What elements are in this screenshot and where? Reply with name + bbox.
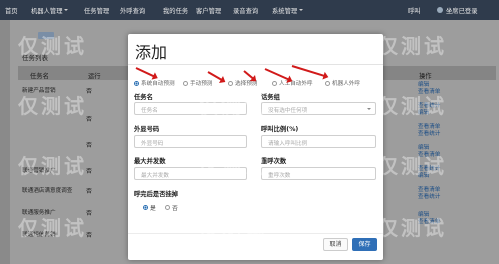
call-ratio-input[interactable]: 请输入呼叫比例 [261,135,376,148]
call-type-label: 手动预测 [190,81,213,87]
radio-icon [228,80,233,86]
hangup-no-option[interactable]: 否 [165,203,178,212]
hangup-no-label: 否 [172,206,178,212]
watermark: 仅测试 [18,216,87,240]
running-cell: 否 [86,142,93,149]
save-button[interactable]: 保存 [352,238,377,251]
radio-checked-icon [134,80,139,86]
call-ratio-label: 呼叫比例(%) [261,126,299,133]
nav-system-management[interactable]: 系统管理 [272,6,304,15]
row-action-link[interactable]: 查看清单 [418,187,440,194]
call-type-option[interactable]: 手动预测 [183,79,212,87]
agent-status-icon [437,7,443,13]
column-header-task-name: 任务名 [30,73,49,80]
call-type-label: 人工自动外呼 [279,81,313,87]
annotation-arrow-icon [135,67,157,79]
task-group-select[interactable]: 没有选中任何项 [261,102,376,115]
agent-status-text[interactable]: 坐席已登录 [446,6,477,15]
nav-home[interactable]: 首页 [5,6,18,15]
caller-number-label: 外显号码 [134,126,160,133]
top-navbar: 首页 机器人管理 任务管理 外呼查询 我的任务 客户管理 录音查询 系统管理 呼… [0,0,499,20]
watermark: 仅测试 [378,154,447,178]
nav-robot-management-label: 机器人管理 [31,8,63,15]
cancel-button[interactable]: 取消 [323,238,348,251]
hangup-yes-option[interactable]: 是 [143,203,156,212]
radio-icon [272,80,277,86]
watermark: 仅测试 [18,94,87,118]
watermark: 仅测试 [378,94,447,118]
hangup-yes-label: 是 [150,206,156,212]
nav-task-management[interactable]: 任务管理 [84,6,109,15]
radio-icon [183,80,188,86]
watermark: 仅测试 [198,94,267,118]
row-action-link[interactable]: 查看清单 [418,124,440,131]
watermark: 仅测试 [198,34,267,58]
running-cell: 否 [86,188,93,195]
chevron-down-icon [367,108,371,112]
call-type-option[interactable]: 机器人外呼 [325,79,360,87]
watermark: 仅测试 [18,154,87,178]
retry-times-input[interactable]: 重呼次数 [261,167,376,180]
task-name-cell: 联通酒店满意度调查 [22,188,73,194]
call-link[interactable]: 呼叫 [408,6,421,15]
chevron-down-icon [64,9,69,13]
caller-number-input[interactable]: 外显号码 [134,135,247,148]
task-group-select-value: 没有选中任何项 [268,108,308,114]
task-name-label: 任务名 [134,94,153,101]
radio-checked-icon [143,205,148,210]
radio-icon [165,205,170,210]
row-action-link[interactable]: 查看统计 [418,131,440,138]
watermark: 仅测试 [378,34,447,58]
call-type-label: 机器人外呼 [332,81,360,87]
watermark: 仅测试 [18,34,87,58]
watermark: 仅测试 [378,216,447,240]
nav-recording-query[interactable]: 录音查询 [233,6,258,15]
nav-my-tasks[interactable]: 我的任务 [163,6,188,15]
column-header-running: 运行 [88,73,101,80]
watermark: 仅测试 [198,216,267,240]
dialog-title: 添加 [135,43,168,62]
column-header-actions: 操作 [419,73,432,80]
call-type-label: 系统自动预测 [141,81,175,87]
row-action-link[interactable]: 编辑 [418,82,429,89]
chevron-down-icon [299,9,304,13]
nav-outbound-query[interactable]: 外呼查询 [120,6,145,15]
nav-robot-management[interactable]: 机器人管理 [31,6,69,15]
nav-customer-management[interactable]: 客户管理 [196,6,221,15]
nav-system-management-label: 系统管理 [272,8,298,15]
max-concurrency-label: 最大并发数 [134,158,166,165]
dialog-header-divider [128,64,383,65]
row-action-link[interactable]: 查看统计 [418,194,440,201]
annotation-arrow-icon [291,65,327,78]
radio-icon [325,80,330,86]
watermark: 仅测试 [198,154,267,178]
hangup-switch-label: 呼完后是否挂掉 [134,191,179,198]
sidebar [0,20,10,264]
